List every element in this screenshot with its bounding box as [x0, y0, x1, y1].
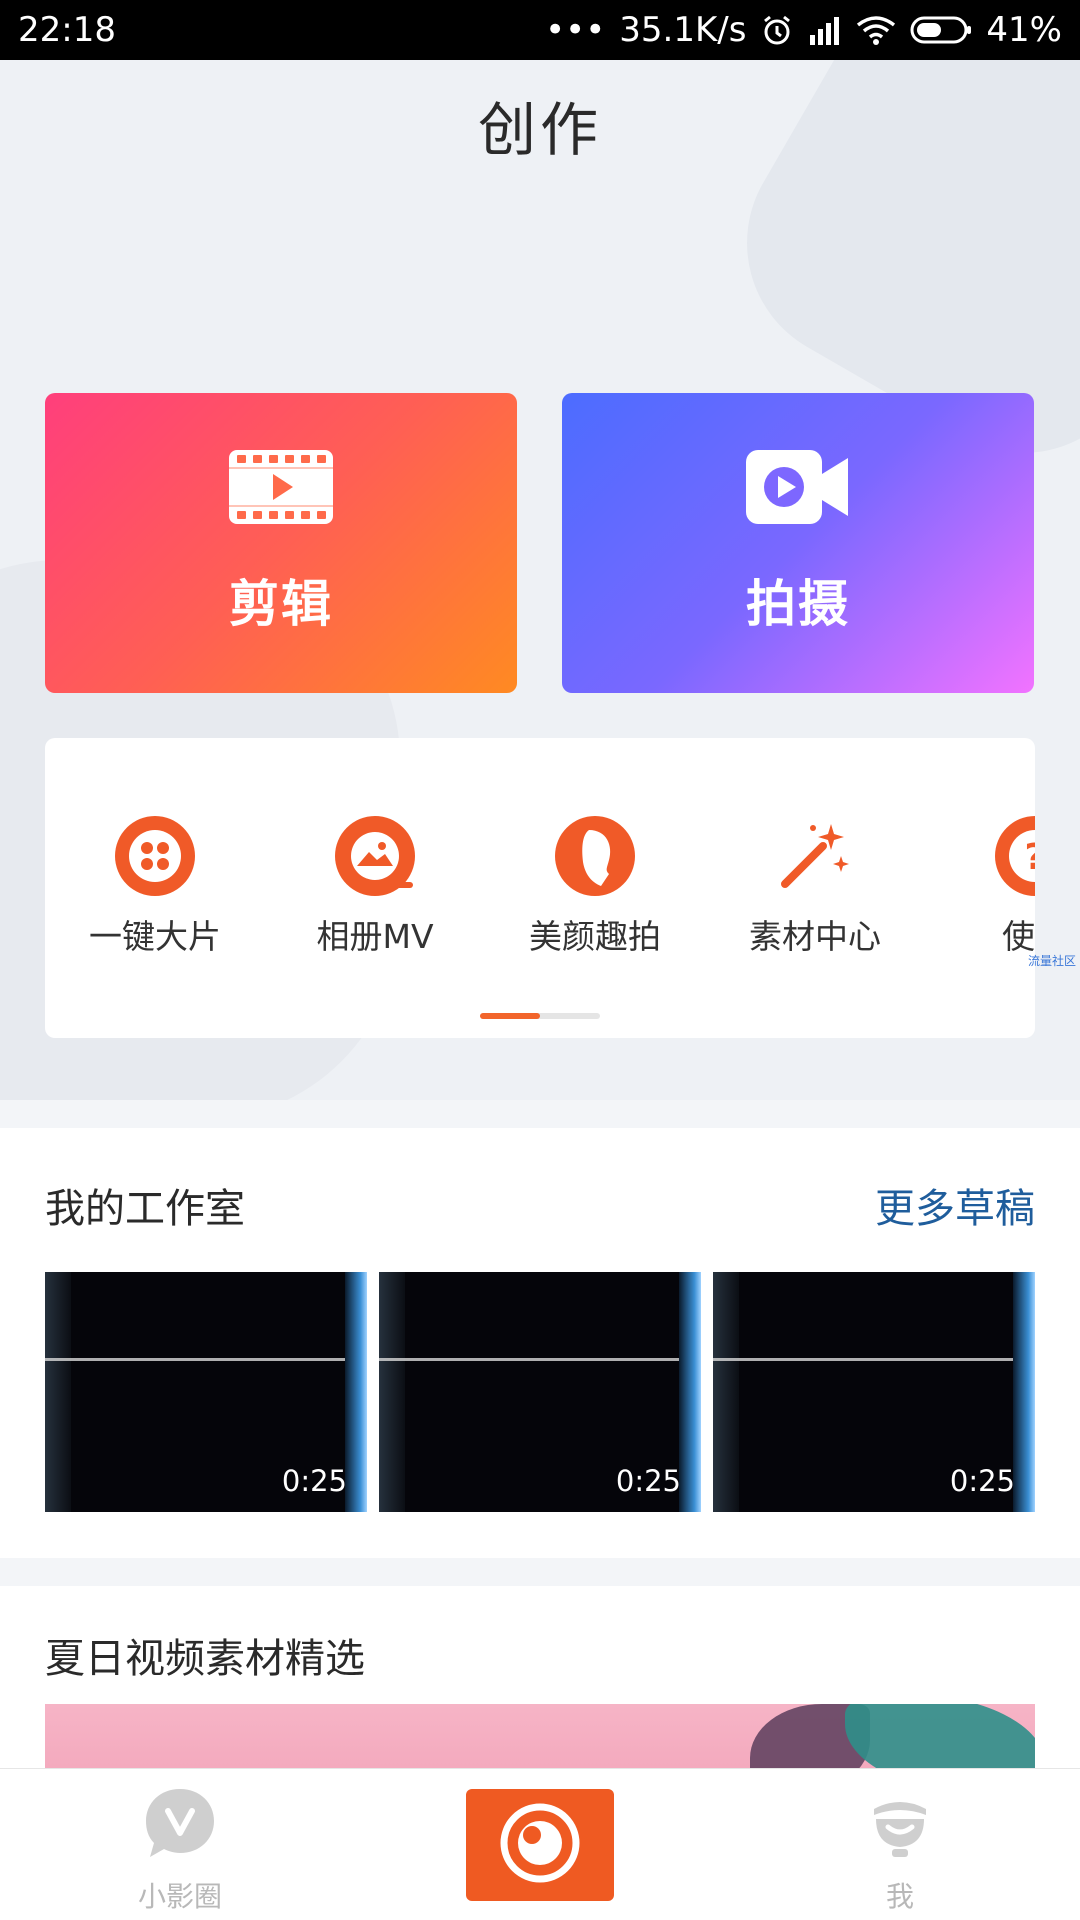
vcircle-icon: [142, 1785, 218, 1865]
nav-label: 我: [885, 1880, 914, 1913]
page-indicator: [480, 1013, 600, 1019]
magic-wand-icon: [775, 816, 855, 896]
edit-card[interactable]: 剪辑: [45, 393, 517, 693]
page-indicator-active: [480, 1013, 540, 1019]
edit-card-label: 剪辑: [229, 575, 333, 633]
draft-duration: 0:25: [615, 1464, 681, 1498]
bottom-nav: 小影圈 我: [0, 1768, 1080, 1920]
tool-item-beauty[interactable]: 美颜趣拍: [505, 816, 685, 958]
profile-icon: [862, 1785, 938, 1865]
studio-title: 我的工作室: [45, 1186, 245, 1232]
studio-section: 我的工作室 更多草稿 0:25 0:25 0:25: [0, 1128, 1080, 1558]
status-battery: 41%: [986, 10, 1062, 50]
video-camera-icon: [746, 450, 850, 528]
wifi-icon: [856, 15, 896, 45]
tool-label: 美颜趣拍: [529, 917, 661, 956]
nav-item-create[interactable]: [466, 1789, 614, 1901]
tool-item-album-mv[interactable]: 相册MV: [285, 816, 465, 958]
thumbnail-edge: [45, 1272, 71, 1512]
signal-icon: [808, 15, 842, 45]
page-title: 创作: [477, 96, 602, 164]
thumbnail-edge: [345, 1272, 367, 1512]
tool-item-materials[interactable]: 素材中心: [725, 816, 905, 958]
draft-thumbnail[interactable]: 0:25: [45, 1272, 367, 1512]
help-icon: ?: [995, 816, 1035, 896]
status-speed: 35.1K/s: [619, 10, 747, 50]
alarm-icon: [760, 13, 794, 47]
status-dots: •••: [545, 10, 606, 50]
draft-thumbnail[interactable]: 0:25: [379, 1272, 701, 1512]
nav-label: 小影圈: [137, 1880, 222, 1913]
tool-item-one-click[interactable]: 一键大片: [65, 816, 245, 958]
thumbnail-line: [379, 1358, 701, 1361]
thumbnail-edge: [379, 1272, 405, 1512]
thumbnail-line: [713, 1358, 1035, 1361]
status-time: 22:18: [18, 10, 116, 50]
tool-item-help[interactable]: ? 使用: [945, 816, 1035, 958]
camera-lens-icon: [498, 1801, 582, 1889]
thumbnail-edge: [713, 1272, 739, 1512]
album-mv-icon: [335, 816, 415, 896]
tools-panel: 一键大片 相册MV 美颜趣拍 素材中心 ? 使用: [45, 738, 1035, 1038]
draft-duration: 0:25: [949, 1464, 1015, 1498]
summer-title: 夏日视频素材精选: [45, 1636, 365, 1682]
reel-icon: [115, 816, 195, 896]
watermark-text: 流量社区: [1028, 954, 1077, 968]
more-drafts-link[interactable]: 更多草稿: [875, 1176, 1035, 1234]
tool-label: 相册MV: [316, 917, 434, 956]
tool-label: 素材中心: [749, 917, 881, 956]
status-bar: 22:18 ••• 35.1K/s 41%: [0, 0, 1080, 60]
thumbnail-edge: [1013, 1272, 1035, 1512]
nav-item-circle[interactable]: 小影圈: [100, 1785, 260, 1915]
tool-label: 一键大片: [89, 917, 221, 956]
svg-text:?: ?: [1025, 837, 1035, 878]
beauty-face-icon: [555, 816, 635, 896]
tool-label: 使用: [1002, 917, 1035, 956]
battery-icon: [910, 15, 972, 45]
status-right: ••• 35.1K/s 41%: [545, 10, 1062, 50]
draft-duration: 0:25: [281, 1464, 347, 1498]
thumbnail-edge: [679, 1272, 701, 1512]
shoot-card[interactable]: 拍摄: [562, 393, 1034, 693]
draft-thumbnail[interactable]: 0:25: [713, 1272, 1035, 1512]
thumbnail-line: [45, 1358, 367, 1361]
shoot-card-label: 拍摄: [746, 575, 850, 633]
film-play-icon: [229, 450, 333, 528]
nav-item-me[interactable]: 我: [820, 1785, 980, 1915]
